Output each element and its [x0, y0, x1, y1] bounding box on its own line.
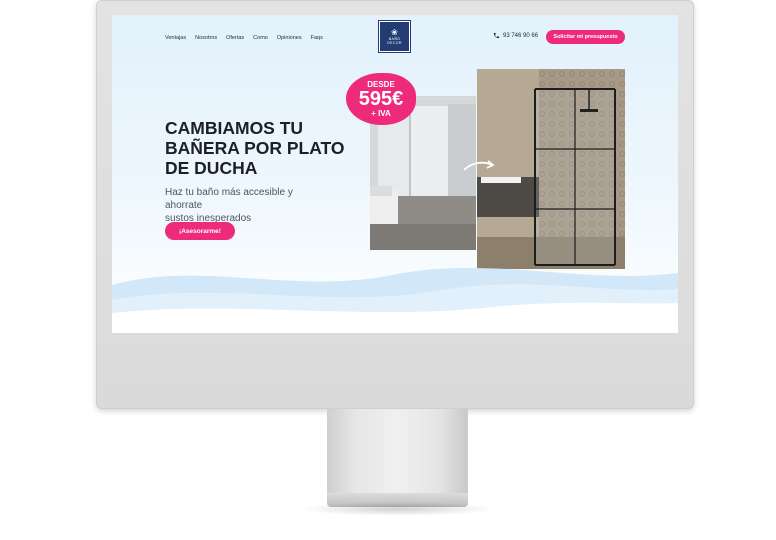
logo-text-bottom: DECOR [387, 40, 402, 45]
hero-subtitle-line: Haz tu baño más accesible y ahorrate [165, 187, 293, 211]
phone-link[interactable]: 93 746 90 66 [493, 32, 538, 39]
badge-iva: + IVA [371, 109, 391, 118]
nav-item-opiniones[interactable]: Opiniones [277, 35, 302, 41]
website-screen: Ventajas Nosotros Ofertas Como Opiniones… [112, 15, 678, 333]
decorative-waves [112, 267, 678, 333]
arrow-right-icon [463, 160, 495, 171]
hero-title-line: CAMBIAMOS TU [165, 118, 304, 138]
shower-illustration [477, 69, 625, 269]
stand-shadow [300, 502, 496, 516]
nav-item-ventajas[interactable]: Ventajas [165, 35, 186, 41]
request-quote-button[interactable]: Solicitar mi presupuesto [546, 30, 625, 44]
hero-title-line: BAÑERA POR PLATO [165, 138, 345, 158]
nav-item-ofertas[interactable]: Ofertas [226, 35, 244, 41]
advise-me-button[interactable]: ¡Asesorarme! [165, 222, 235, 240]
hero-title: CAMBIAMOS TU BAÑERA POR PLATO DE DUCHA [165, 118, 365, 178]
monitor-frame: Ventajas Nosotros Ofertas Como Opiniones… [96, 0, 694, 409]
hero-subtitle: Haz tu baño más accesible y ahorrate sus… [165, 186, 325, 225]
logo-flower-icon: ❀ [391, 27, 398, 37]
after-shower-photo [477, 69, 625, 269]
phone-number: 93 746 90 66 [503, 32, 539, 39]
badge-price: 595€ [358, 88, 404, 110]
price-badge: DESDE 595€ + IVA [346, 73, 416, 125]
phone-icon [493, 32, 500, 39]
bano-decor-logo[interactable]: ❀ BAÑO DECOR [379, 21, 410, 52]
hero-title-line: DE DUCHA [165, 158, 258, 178]
main-nav: Ventajas Nosotros Ofertas Como Opiniones… [165, 35, 323, 41]
nav-item-faqs[interactable]: Faqs [311, 35, 323, 41]
nav-item-nosotros[interactable]: Nosotros [195, 35, 217, 41]
nav-item-como[interactable]: Como [253, 35, 268, 41]
monitor-stand-neck [327, 409, 468, 495]
